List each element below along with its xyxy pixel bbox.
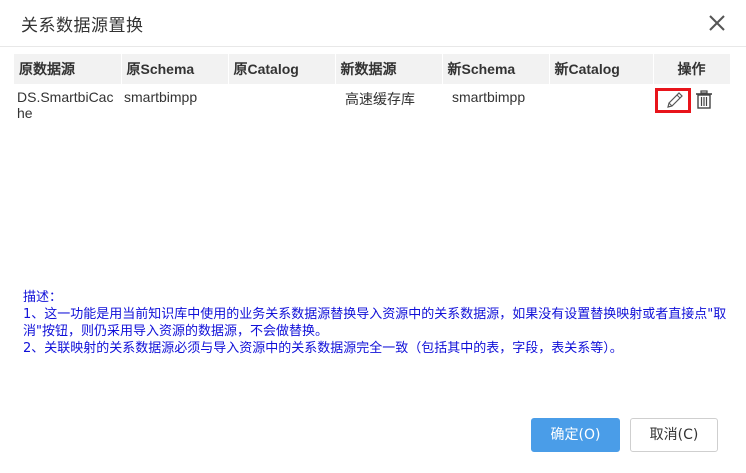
header-orig-catalog: 原Catalog bbox=[228, 54, 336, 84]
cell-orig-source: DS.SmartbiCache bbox=[17, 89, 114, 121]
description-heading: 描述： bbox=[23, 290, 63, 305]
table-header-row: 原数据源 原Schema 原Catalog 新数据源 新Schema 新Cata… bbox=[14, 54, 731, 84]
mapping-table: 原数据源 原Schema 原Catalog 新数据源 新Schema 新Cata… bbox=[14, 54, 731, 123]
cell-orig-schema: smartbimpp bbox=[124, 89, 198, 105]
trash-icon bbox=[696, 90, 712, 109]
edit-button[interactable] bbox=[655, 88, 691, 113]
description-line-2: 2、关联映射的关系数据源必须与导入资源中的关系数据源完全一致（包括其中的表，字段… bbox=[23, 341, 623, 356]
header-new-catalog: 新Catalog bbox=[549, 54, 654, 84]
table-row: DS.SmartbiCache smartbimpp 高速缓存库 smartbi… bbox=[14, 84, 730, 123]
cell-new-source: 高速缓存库 bbox=[345, 91, 415, 107]
replace-datasource-dialog: 关系数据源置换 原数据源 原Schema 原Catalog 新数据源 新Sche… bbox=[0, 0, 746, 473]
cancel-button[interactable]: 取消(C) bbox=[630, 418, 718, 452]
description-line-1: 1、这一功能是用当前知识库中使用的业务关系数据源替换导入资源中的关系数据源，如果… bbox=[23, 307, 727, 339]
delete-button[interactable] bbox=[695, 90, 713, 110]
cell-new-catalog bbox=[549, 84, 653, 123]
header-new-schema: 新Schema bbox=[442, 54, 550, 84]
header-new-source: 新数据源 bbox=[335, 54, 443, 84]
cell-orig-catalog bbox=[228, 84, 335, 123]
header-orig-source: 原数据源 bbox=[14, 54, 122, 84]
close-button[interactable] bbox=[706, 12, 728, 34]
dialog-title: 关系数据源置换 bbox=[21, 16, 144, 36]
header-actions: 操作 bbox=[653, 54, 731, 84]
dialog-titlebar: 关系数据源置换 bbox=[0, 0, 746, 47]
pencil-icon bbox=[667, 92, 683, 108]
close-icon bbox=[709, 15, 725, 31]
description-block: 描述： 1、这一功能是用当前知识库中使用的业务关系数据源替换导入资源中的关系数据… bbox=[23, 289, 733, 357]
cell-actions bbox=[653, 84, 730, 123]
header-orig-schema: 原Schema bbox=[121, 54, 229, 84]
cell-new-schema: smartbimpp bbox=[452, 89, 526, 105]
ok-button[interactable]: 确定(O) bbox=[531, 418, 620, 452]
